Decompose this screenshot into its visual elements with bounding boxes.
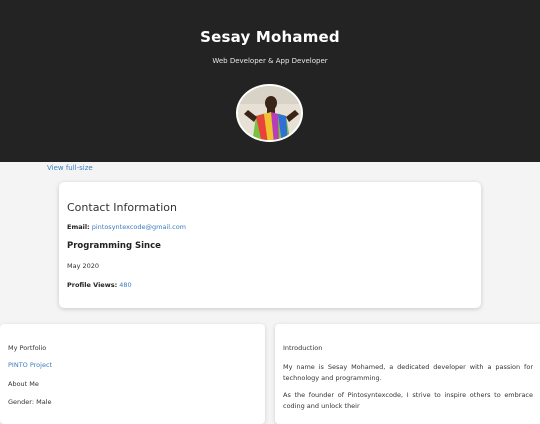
introduction-paragraph-1: My name is Sesay Mohamed, a dedicated de… bbox=[283, 363, 533, 382]
programming-since-value: May 2020 bbox=[67, 262, 100, 270]
portfolio-card: My Portfolio PINTO Project About Me Gend… bbox=[0, 324, 265, 424]
email-link[interactable]: pintosyntexcode@gmail.com bbox=[92, 223, 186, 231]
introduction-paragraph-2: As the founder of Pintosyntexcode, I str… bbox=[283, 391, 533, 410]
view-full-size-link[interactable]: View full-size bbox=[47, 164, 93, 172]
introduction-title: Introduction bbox=[283, 344, 323, 352]
email-label: Email: bbox=[67, 223, 90, 231]
pinto-project-link[interactable]: PINTO Project bbox=[8, 361, 52, 369]
profile-views-label: Profile Views: bbox=[67, 281, 118, 289]
introduction-card: Introduction My name is Sesay Mohamed, a… bbox=[275, 324, 540, 424]
profile-views-row: Profile Views: 480 bbox=[67, 281, 132, 289]
programming-since-title: Programming Since bbox=[67, 241, 161, 251]
profile-name: Sesay Mohamed bbox=[200, 28, 340, 46]
profile-views-count: 480 bbox=[119, 281, 132, 289]
portfolio-label: My Portfolio bbox=[8, 344, 47, 352]
profile-subtitle: Web Developer & App Developer bbox=[212, 57, 328, 65]
contact-title: Contact Information bbox=[67, 201, 177, 214]
avatar-photo-icon bbox=[238, 86, 301, 140]
email-row: Email: pintosyntexcode@gmail.com bbox=[67, 223, 186, 231]
avatar[interactable] bbox=[236, 84, 303, 142]
contact-card: Contact Information Email: pintosyntexco… bbox=[59, 182, 481, 308]
profile-header: Sesay Mohamed Web Developer & App Develo… bbox=[0, 0, 540, 162]
about-me-label: About Me bbox=[8, 380, 39, 388]
